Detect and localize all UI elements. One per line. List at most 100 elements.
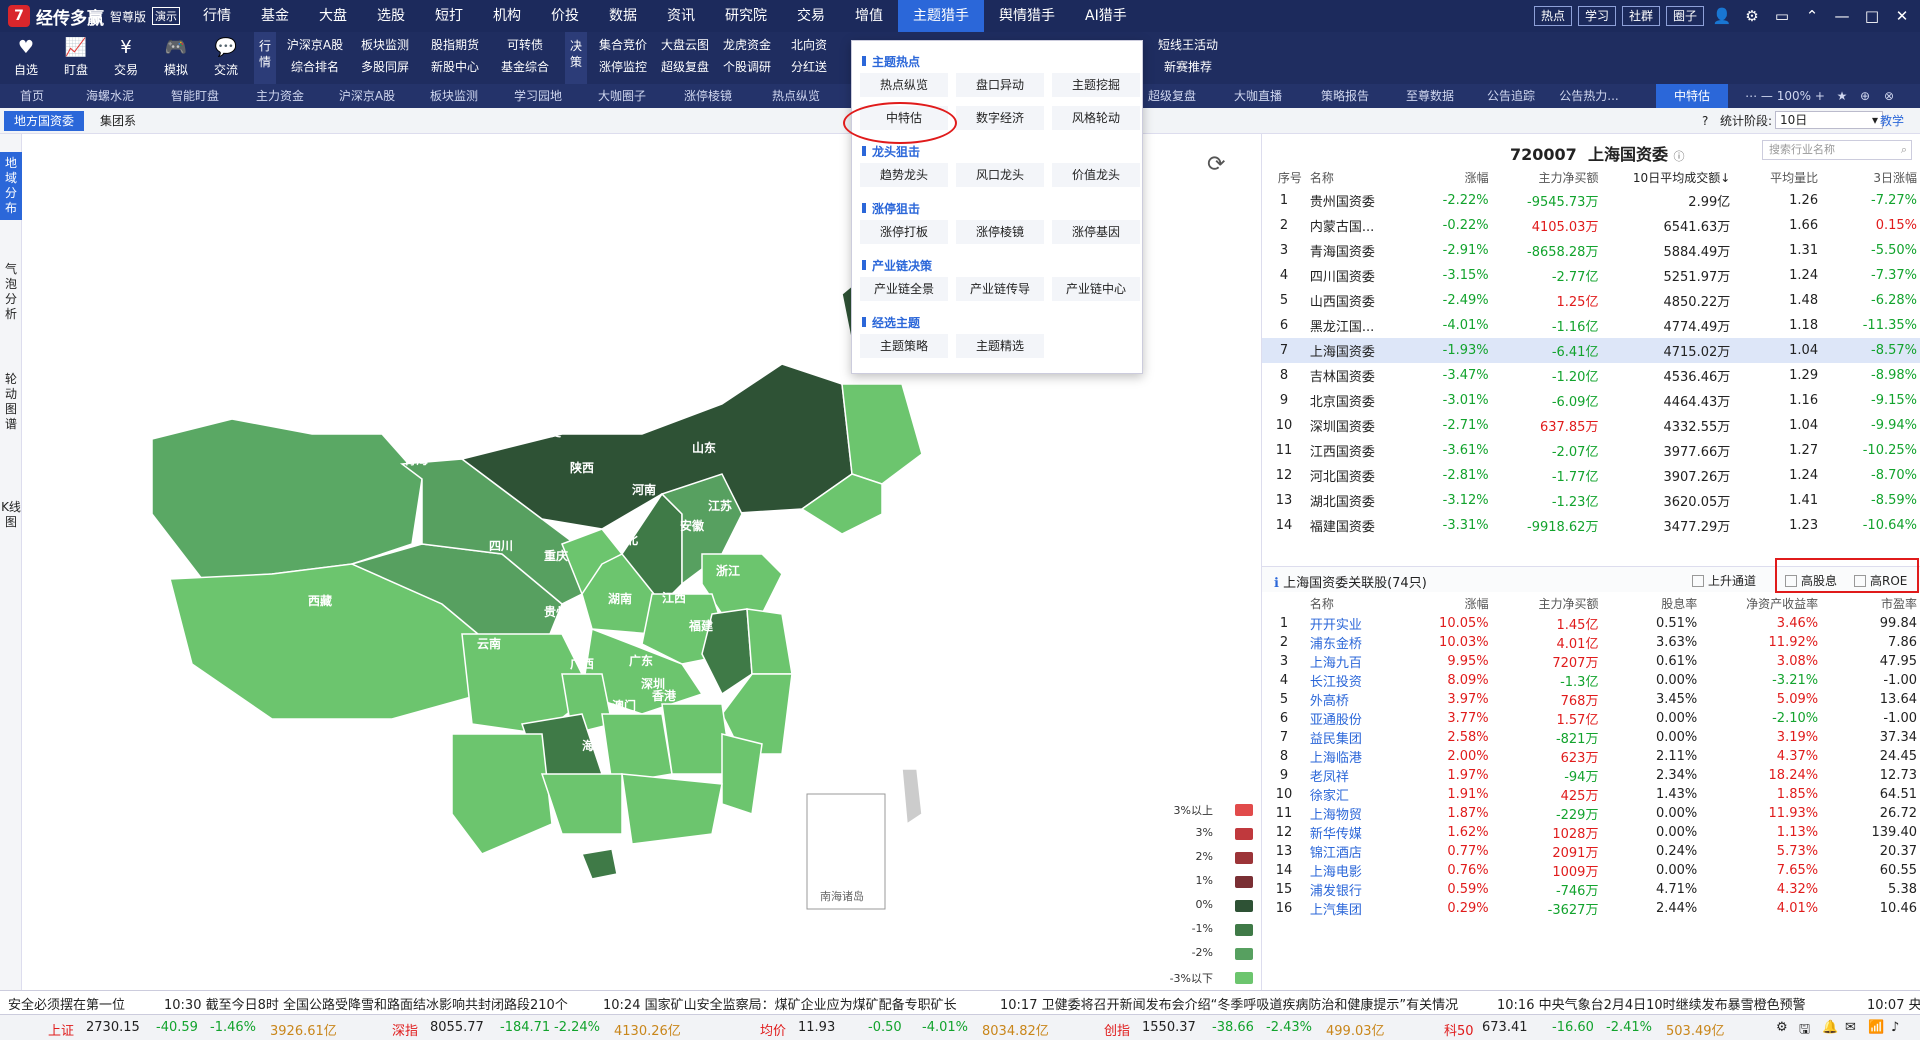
news-item[interactable]: 安全必须摆在第一位	[8, 994, 125, 1013]
toolbar-link[interactable]: 新赛推荐	[1143, 58, 1233, 75]
toolbar-link[interactable]: 可转债	[490, 36, 560, 53]
dropdown-item[interactable]: 趋势龙头	[860, 163, 948, 187]
page-tab[interactable]: 大咖圈子	[582, 84, 662, 108]
column-header[interactable]: 名称	[1306, 166, 1427, 188]
table-row[interactable]: 2 内蒙古国... -0.22% 4105.03万 6541.63万 1.66 0.15%	[1262, 213, 1920, 238]
column-header[interactable]: 10日平均成交额↓	[1602, 166, 1734, 188]
table-row[interactable]: 16 上汽集团 0.29% -3627万 2.44% 4.01% 10.46	[1262, 899, 1920, 918]
menu-item[interactable]: 机构	[478, 0, 536, 32]
table-row[interactable]: 11 江西国资委 -3.61% -2.07亿 3977.66万 1.27 -10.25%	[1262, 438, 1920, 463]
settings-gear-icon[interactable]: ⚙	[1740, 7, 1764, 25]
column-header[interactable]: 净资产收益率	[1701, 592, 1822, 614]
save-icon[interactable]: 🖫	[1799, 1020, 1810, 1042]
menu-item[interactable]: 基金	[246, 0, 304, 32]
province-shape[interactable]	[721, 733, 763, 815]
index-name[interactable]: 均价	[760, 1020, 786, 1039]
toolbar-link[interactable]: 龙虎资金	[716, 36, 778, 53]
table-row[interactable]: 3 青海国资委 -2.91% -8658.28万 5884.49万 1.31 -5.50%	[1262, 238, 1920, 263]
dropdown-item[interactable]: 产业链全景	[860, 277, 948, 301]
settings-icon[interactable]: ⚙	[1776, 1020, 1788, 1035]
news-item[interactable]: 10:16 中央气象台2月4日10时继续发布暴雪橙色预警	[1497, 994, 1806, 1013]
province-shape[interactable]	[746, 608, 793, 675]
province-shape[interactable]	[540, 773, 623, 835]
page-tab[interactable]: 热点纵览	[754, 84, 838, 108]
bell-icon[interactable]: 🔔	[1822, 1020, 1838, 1035]
province-shape[interactable]	[841, 383, 923, 485]
province-shape[interactable]	[580, 848, 618, 880]
chat-button[interactable]: 💬 交流	[204, 32, 248, 84]
province-shape[interactable]	[901, 768, 923, 826]
toolbar-link[interactable]: 集合竞价	[592, 36, 654, 53]
simulate-button[interactable]: 🎮 模拟	[154, 32, 198, 84]
news-item[interactable]: 10:17 卫健委将召开新闻发布会介绍“冬季呼吸道疾病防治和健康提示”有关情况	[1000, 994, 1458, 1013]
index-name[interactable]: 创指	[1104, 1020, 1130, 1039]
window-layout-icon[interactable]: ▭	[1770, 7, 1794, 25]
column-header[interactable]: 涨幅	[1427, 166, 1493, 188]
table-row[interactable]: 5 外高桥 3.97% 768万 3.45% 5.09% 13.64	[1262, 690, 1920, 709]
column-header[interactable]: 名称	[1306, 592, 1427, 614]
side-tab-rotation[interactable]: 轮动图谱	[0, 368, 22, 436]
page-tab[interactable]: 智能盯盘	[155, 84, 235, 108]
table-row[interactable]: 6 黑龙江国... -4.01% -1.16亿 4774.49万 1.18 -11.35%	[1262, 313, 1920, 338]
signal-icon[interactable]: 📶	[1868, 1020, 1884, 1035]
column-header[interactable]: 涨幅	[1427, 592, 1493, 614]
page-tab[interactable]: 涨停棱镜	[666, 84, 750, 108]
page-tab[interactable]: 超级复盘	[1132, 84, 1212, 108]
table-row[interactable]: 3 上海九百 9.95% 7207万 0.61% 3.08% 47.95	[1262, 652, 1920, 671]
info-icon[interactable]: ⓘ	[1674, 150, 1685, 163]
toolbar-link[interactable]: 综合排名	[280, 58, 350, 75]
dropdown-item[interactable]: 主题精选	[956, 334, 1044, 358]
table-row[interactable]: 12 新华传媒 1.62% 1028万 0.00% 1.13% 139.40	[1262, 823, 1920, 842]
tab-group[interactable]: 集团系	[90, 111, 146, 131]
dropdown-item[interactable]: 主题策略	[860, 334, 948, 358]
menu-item[interactable]: 大盘	[304, 0, 362, 32]
table-row[interactable]: 15 浦发银行 0.59% -746万 4.71% 4.32% 5.38	[1262, 880, 1920, 899]
page-tab[interactable]: 主力资金	[240, 84, 320, 108]
menu-item[interactable]: 数据	[594, 0, 652, 32]
maximize-icon[interactable]: □	[1860, 7, 1884, 25]
industry-search-input[interactable]: 搜索行业名称 ⌕	[1762, 140, 1912, 160]
table-row[interactable]: 6 亚通股份 3.77% 1.57亿 0.00% -2.10% -1.00	[1262, 709, 1920, 728]
tab-home[interactable]: 首页	[0, 84, 64, 108]
toolbar-link[interactable]: 分红送	[778, 58, 840, 75]
toolbar-link[interactable]: 多股同屏	[350, 58, 420, 75]
toolbar-link[interactable]: 大盘云图	[654, 36, 716, 53]
menu-item[interactable]: 价投	[536, 0, 594, 32]
page-tab[interactable]: 学习园地	[498, 84, 578, 108]
more-icon[interactable]: ⊕	[1858, 84, 1872, 108]
toolbar-link[interactable]: 北向资	[778, 36, 840, 53]
teach-link[interactable]: 教学	[1870, 111, 1914, 131]
trade-button[interactable]: ¥ 交易	[104, 32, 148, 84]
menu-item[interactable]: 选股	[362, 0, 420, 32]
menu-item[interactable]: 增值	[840, 0, 898, 32]
close-icon[interactable]: ✕	[1890, 7, 1914, 25]
page-tab[interactable]: 策略报告	[1304, 84, 1386, 108]
table-row[interactable]: 13 湖北国资委 -3.12% -1.23亿 3620.05万 1.41 -8.59%	[1262, 488, 1920, 513]
table-row[interactable]: 13 锦江酒店 0.77% 2091万 0.24% 5.73% 20.37	[1262, 842, 1920, 861]
toolbar-link[interactable]: 超级复盘	[654, 58, 716, 75]
table-row[interactable]: 12 河北国资委 -2.81% -1.77亿 3907.26万 1.24 -8.70%	[1262, 463, 1920, 488]
minimize-icon[interactable]: —	[1830, 7, 1854, 25]
stat-period-select[interactable]: 10日 ▾	[1775, 111, 1883, 129]
dropdown-item[interactable]: 涨停打板	[860, 220, 948, 244]
dropdown-item[interactable]: 涨停棱镜	[956, 220, 1044, 244]
toolbar-link[interactable]: 个股调研	[716, 58, 778, 75]
toolbar-link[interactable]: 新股中心	[420, 58, 490, 75]
table-row[interactable]: 7 上海国资委 -1.93% -6.41亿 4715.02万 1.04 -8.57%	[1262, 338, 1920, 363]
table-row[interactable]: 10 徐家汇 1.91% 425万 1.43% 1.85% 64.51	[1262, 785, 1920, 804]
province-shape[interactable]	[451, 733, 553, 855]
table-row[interactable]: 2 浦东金桥 10.03% 4.01亿 3.63% 11.92% 7.86	[1262, 633, 1920, 652]
community-button[interactable]: 社群	[1621, 6, 1660, 26]
side-tab-bubble[interactable]: 气泡分析	[0, 258, 22, 326]
column-header[interactable]: 主力净买额	[1493, 166, 1603, 188]
province-shape[interactable]	[621, 773, 723, 845]
column-header[interactable]: 市盈率	[1822, 592, 1920, 614]
dropdown-item[interactable]: 风格轮动	[1052, 106, 1140, 130]
table-row[interactable]: 1 贵州国资委 -2.22% -9545.73万 2.99亿 1.26 -7.27%	[1262, 188, 1920, 213]
tab-local-sasac[interactable]: 地方国资委	[4, 111, 85, 131]
toolbar-link[interactable]: 沪深京A股	[280, 36, 350, 53]
close-tab-icon[interactable]: ⊗	[1882, 84, 1896, 108]
user-icon[interactable]: 👤	[1710, 7, 1734, 25]
circle-button[interactable]: 圈子	[1665, 6, 1704, 26]
column-header[interactable]: 序号	[1262, 166, 1306, 188]
